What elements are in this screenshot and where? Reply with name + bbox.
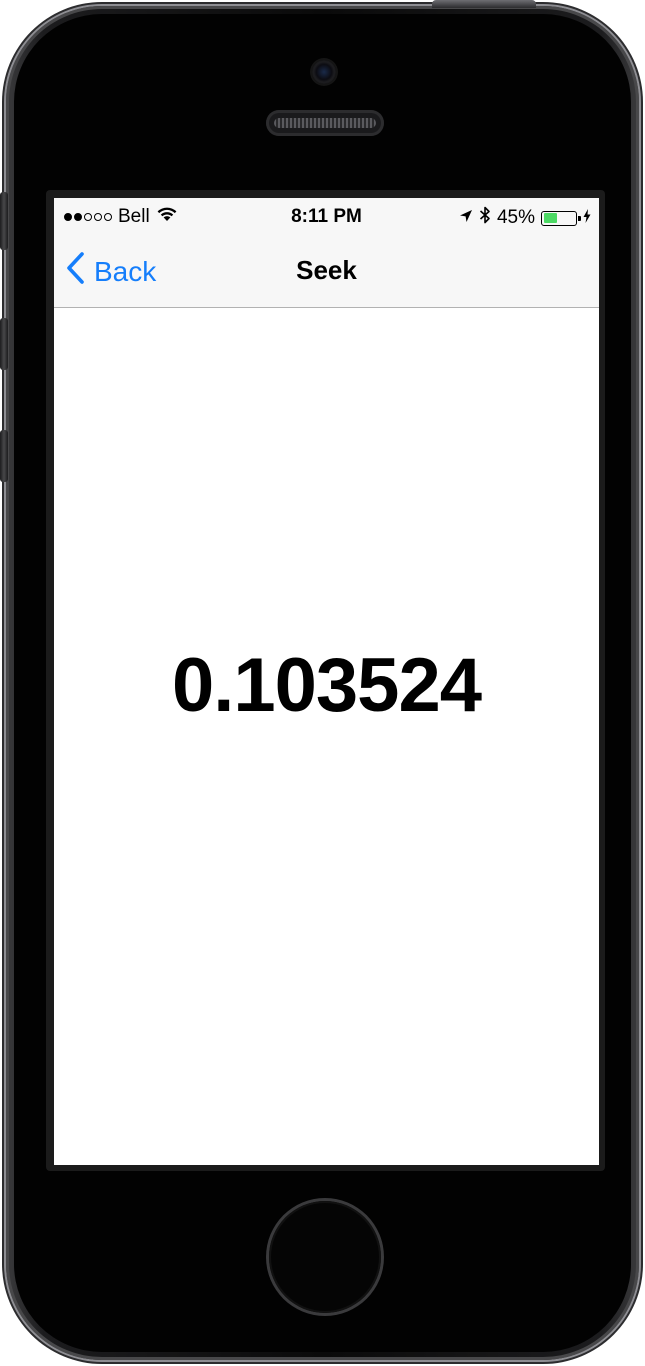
home-button[interactable] [269, 1201, 381, 1313]
battery-icon [541, 210, 581, 226]
page-title: Seek [296, 255, 357, 285]
battery-level-fill [543, 213, 557, 223]
screen: Bell 8:11 PM 45% Back Seek 0.103524 [54, 198, 599, 1165]
status-right: 45% [459, 206, 591, 230]
main-content: 0.103524 [54, 308, 599, 1165]
front-camera [312, 60, 336, 84]
mute-switch[interactable] [0, 192, 8, 250]
sleep-wake-button[interactable] [432, 0, 536, 8]
bluetooth-icon [479, 206, 491, 230]
seek-value-label: 0.103524 [172, 643, 482, 728]
navigation-bar: Back Seek [54, 236, 599, 308]
volume-down-button[interactable] [0, 430, 8, 482]
earpiece-speaker [266, 110, 384, 136]
location-arrow-icon [459, 207, 473, 229]
battery-percent: 45% [496, 207, 535, 228]
battery-tip [578, 215, 581, 221]
volume-up-button[interactable] [0, 318, 8, 370]
status-bar: Bell 8:11 PM 45% [54, 198, 599, 236]
charging-bolt-icon [583, 207, 591, 229]
